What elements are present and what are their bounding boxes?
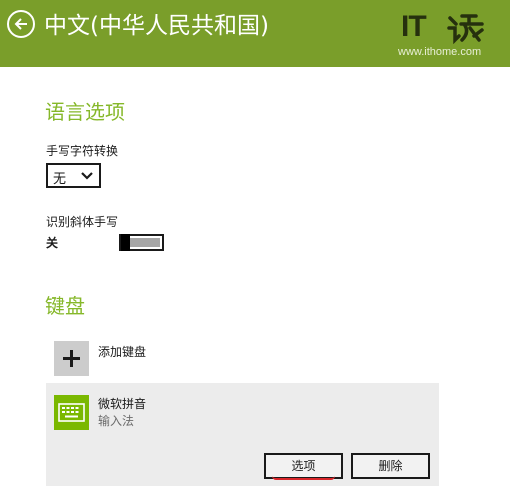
keyboard-tile	[54, 395, 89, 430]
logo-text: IT	[401, 10, 427, 43]
remove-button-label: 删除	[378, 459, 403, 473]
toggle-thumb[interactable]	[121, 234, 130, 251]
back-arrow-icon	[14, 18, 27, 30]
logo-url: www.ithome.com	[398, 46, 482, 58]
add-keyboard-button[interactable]: 添加键盘	[54, 341, 434, 377]
handwriting-conversion-select[interactable]: 无	[46, 163, 101, 188]
app-header: 中文(中华人民共和国) IT www.ithome.com	[0, 0, 510, 67]
chevron-down-icon	[81, 172, 93, 180]
keyboards-heading: 键盘	[45, 294, 85, 318]
red-underline-annotation	[272, 476, 335, 480]
options-button[interactable]: 选项	[264, 453, 343, 480]
back-button[interactable]	[7, 10, 35, 38]
handwriting-conversion-label: 手写字符转换	[46, 144, 119, 158]
plus-icon	[63, 350, 80, 367]
keyboard-icon	[58, 403, 85, 422]
remove-button[interactable]: 删除	[351, 453, 430, 479]
italic-handwriting-label: 识别斜体手写	[46, 215, 119, 229]
keyboard-type: 输入法	[98, 414, 135, 428]
language-options-heading: 语言选项	[45, 100, 125, 124]
add-keyboard-label: 添加键盘	[98, 345, 147, 359]
select-value: 无	[53, 172, 67, 187]
ithome-logo: IT www.ithome.com	[398, 10, 494, 62]
toggle-state-text: 关	[46, 236, 59, 250]
page-title: 中文(中华人民共和国)	[44, 13, 269, 39]
italic-handwriting-toggle[interactable]	[119, 234, 164, 251]
logo-glyph-icon	[447, 14, 484, 44]
toggle-track	[130, 238, 160, 247]
keyboard-list-item[interactable]: 微软拼音 输入法 选项 删除	[46, 383, 439, 486]
plus-tile	[54, 341, 89, 376]
keyboard-name: 微软拼音	[98, 397, 147, 411]
options-button-label: 选项	[291, 459, 316, 473]
